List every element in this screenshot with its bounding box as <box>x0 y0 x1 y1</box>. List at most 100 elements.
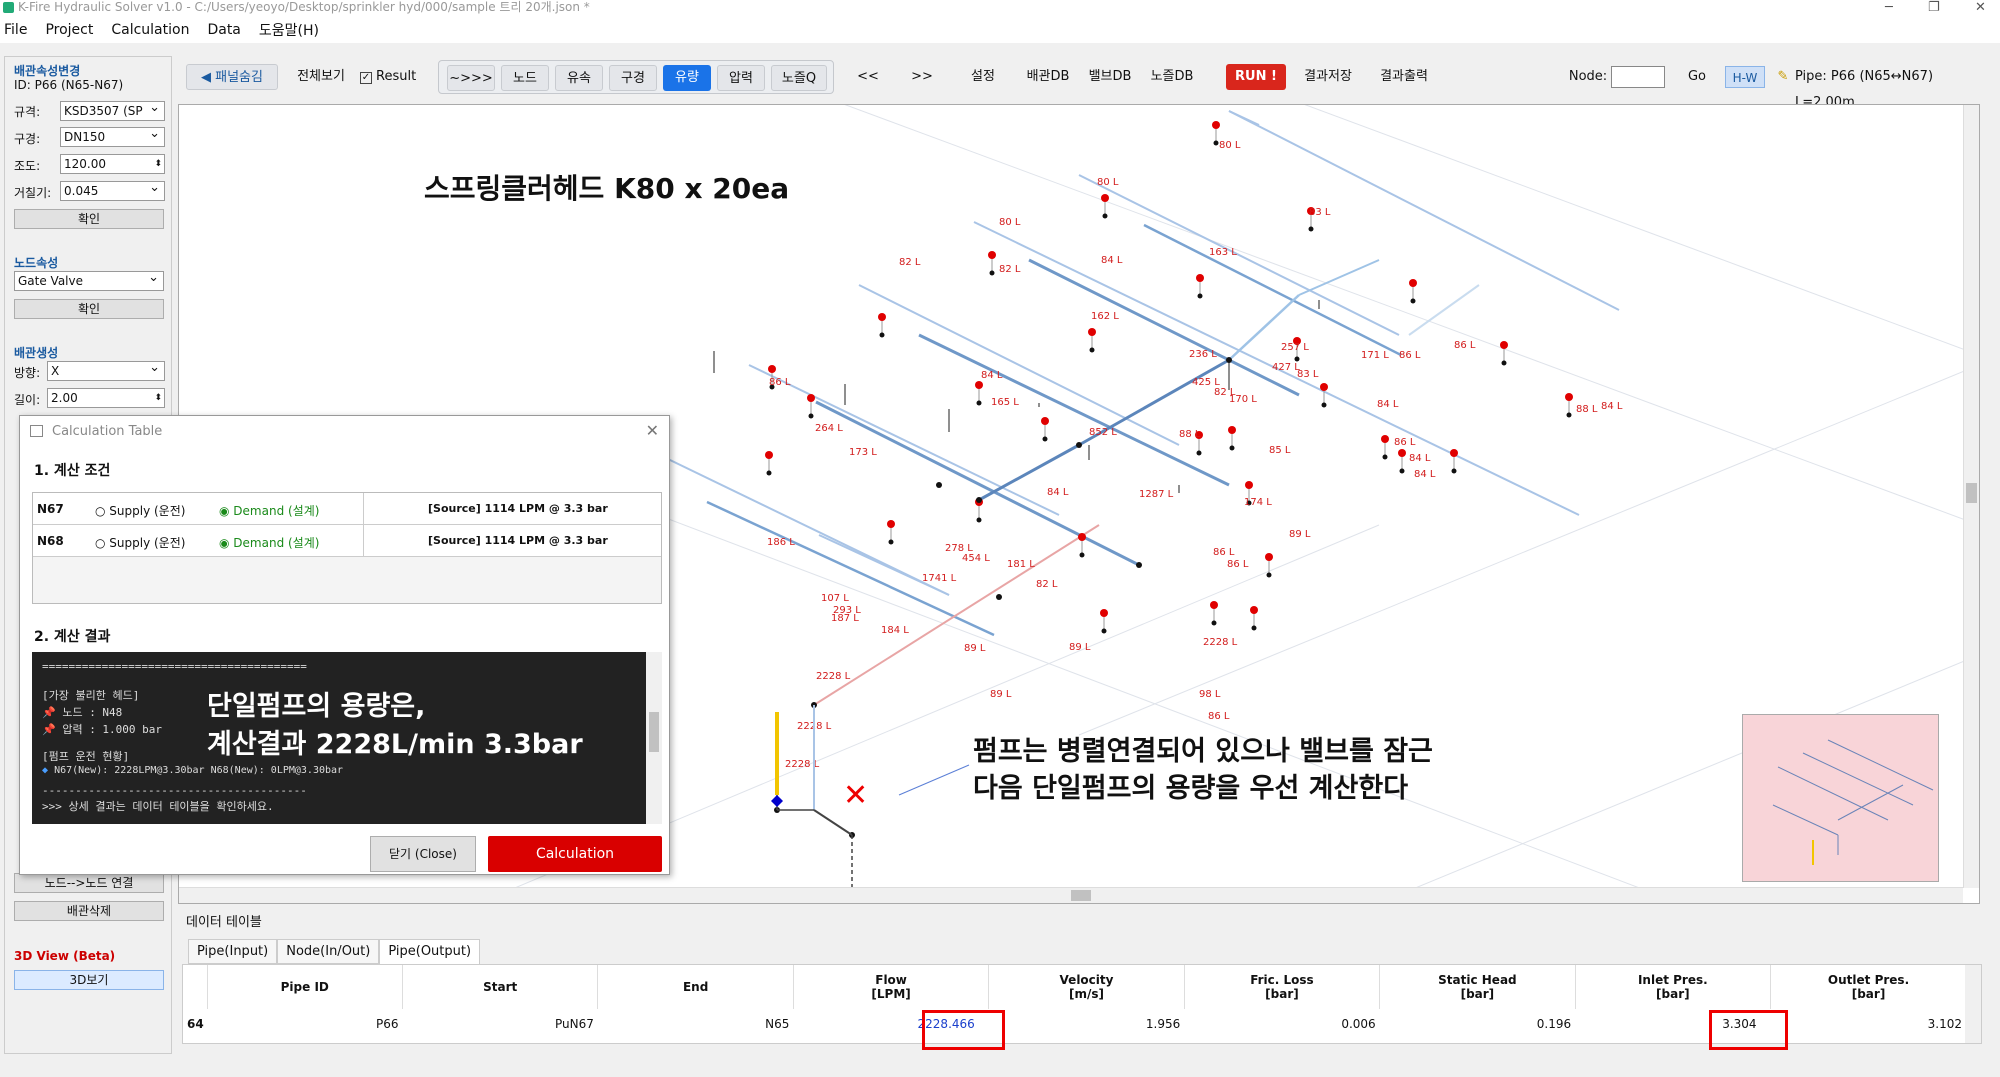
node-point[interactable] <box>1213 140 1219 146</box>
minimap[interactable] <box>1742 714 1939 882</box>
confirm-node-button[interactable]: 확인 <box>14 299 164 319</box>
console-scrollbar[interactable] <box>646 652 662 824</box>
sprinkler-head-icon[interactable] <box>887 520 895 528</box>
restore-icon[interactable]: ❐ <box>1928 0 1940 15</box>
prev-button[interactable]: << <box>850 64 886 90</box>
pipe-db-button[interactable]: 배관DB <box>1022 64 1074 90</box>
menu-file[interactable]: File <box>4 22 27 38</box>
node-point[interactable] <box>1410 298 1416 304</box>
node-point[interactable] <box>1251 625 1257 631</box>
node-point[interactable] <box>1102 213 1108 219</box>
sprinkler-head-icon[interactable] <box>1101 194 1109 202</box>
node-point[interactable] <box>976 497 982 503</box>
sprinkler-head-icon[interactable] <box>1196 274 1204 282</box>
node-point[interactable] <box>1566 412 1572 418</box>
tab-pipe-input[interactable]: Pipe(Input) <box>188 939 278 964</box>
vertical-scrollbar[interactable] <box>1963 105 1979 888</box>
node-point[interactable] <box>1211 620 1217 626</box>
pipe-segment[interactable] <box>918 333 1230 487</box>
node-point[interactable] <box>936 482 942 488</box>
demand-radio[interactable]: ◉ Demand (설계) <box>219 534 319 551</box>
tab-node-inout[interactable]: Node(In/Out) <box>277 939 380 964</box>
sprinkler-head-icon[interactable] <box>1381 435 1389 443</box>
pipe-segment[interactable] <box>1028 258 1300 397</box>
table-scrollbar[interactable] <box>1965 965 1981 1043</box>
pipe-segment[interactable] <box>858 284 1180 446</box>
nozzle-db-button[interactable]: 노즐DB <box>1146 64 1198 90</box>
node-point[interactable] <box>1076 442 1082 448</box>
minimize-icon[interactable]: ─ <box>1885 0 1893 15</box>
close-button[interactable]: 닫기 (Close) <box>370 836 476 872</box>
sprinkler-head-icon[interactable] <box>1450 449 1458 457</box>
node-search-input[interactable] <box>1611 66 1665 88</box>
vertical-scroll-thumb[interactable] <box>1966 483 1977 503</box>
sprinkler-head-icon[interactable] <box>1212 121 1220 129</box>
menu-calculation[interactable]: Calculation <box>111 22 189 38</box>
pipe-segment[interactable] <box>748 364 1060 516</box>
menu-project[interactable]: Project <box>45 22 93 38</box>
console-scroll-thumb[interactable] <box>649 712 659 752</box>
node-point[interactable] <box>1321 402 1327 408</box>
node-point[interactable] <box>989 270 995 276</box>
mode-flow-button[interactable]: 유량 <box>663 65 711 91</box>
sprinkler-head-icon[interactable] <box>765 451 773 459</box>
node-point[interactable] <box>1382 454 1388 460</box>
node-point[interactable] <box>1197 293 1203 299</box>
next-button[interactable]: >> <box>904 64 940 90</box>
node-point[interactable] <box>1266 572 1272 578</box>
sprinkler-head-icon[interactable] <box>1398 449 1406 457</box>
sprinkler-head-icon[interactable] <box>768 365 776 373</box>
node-point[interactable] <box>1308 226 1314 232</box>
demand-radio[interactable]: ◉ Demand (설계) <box>219 502 319 519</box>
mode-arrow-button[interactable]: ~>>> <box>447 65 495 91</box>
sprinkler-head-icon[interactable] <box>1228 426 1236 434</box>
roughness-select[interactable]: 0.045 <box>60 179 165 201</box>
node-point[interactable] <box>1501 360 1507 366</box>
confirm-pipe-button[interactable]: 확인 <box>14 209 164 229</box>
direction-select[interactable]: X <box>47 359 165 381</box>
mode-node-button[interactable]: 노드 <box>501 65 549 91</box>
settings-button[interactable]: 설정 <box>963 64 1003 90</box>
sprinkler-head-icon[interactable] <box>1320 383 1328 391</box>
supply-radio[interactable]: ○ Supply (운전) <box>95 534 185 551</box>
pipe-delete-button[interactable]: 배관삭제 <box>14 901 164 921</box>
save-result-button[interactable]: 결과저장 <box>1298 64 1358 90</box>
sprinkler-head-icon[interactable] <box>988 251 996 259</box>
valve-db-button[interactable]: 밸브DB <box>1084 64 1136 90</box>
calculation-button[interactable]: Calculation <box>488 836 662 872</box>
node-point[interactable] <box>1136 562 1142 568</box>
node-point[interactable] <box>888 539 894 545</box>
node-point[interactable] <box>808 413 814 419</box>
node-point[interactable] <box>1399 468 1405 474</box>
sprinkler-head-icon[interactable] <box>1100 609 1108 617</box>
mode-nozzleq-button[interactable]: 노즐Q <box>771 65 827 91</box>
pipe-segment[interactable] <box>1408 284 1480 336</box>
menu-help[interactable]: 도움말(H) <box>259 20 319 40</box>
size-select[interactable]: DN150 <box>60 125 165 147</box>
hide-panel-button[interactable]: ◀ 패널숨김 <box>186 64 278 90</box>
supply-radio[interactable]: ○ Supply (운전) <box>95 502 185 519</box>
node-type-select[interactable]: Gate Valve <box>14 269 164 291</box>
stepper-arrows-icon[interactable]: ⬍ <box>154 389 162 407</box>
sprinkler-head-icon[interactable] <box>1041 417 1049 425</box>
node-point[interactable] <box>879 332 885 338</box>
sprinkler-head-icon[interactable] <box>1250 606 1258 614</box>
stepper-arrows-icon[interactable]: ⬍ <box>154 155 162 173</box>
node-point[interactable] <box>1042 436 1048 442</box>
run-button[interactable]: RUN ! <box>1226 64 1286 90</box>
node-point[interactable] <box>1294 356 1300 362</box>
spec-select[interactable]: KSD3507 (SP <box>60 99 165 121</box>
sprinkler-head-icon[interactable] <box>1245 481 1253 489</box>
go-button[interactable]: Go <box>1682 64 1712 90</box>
mode-pressure-button[interactable]: 압력 <box>717 65 765 91</box>
sprinkler-head-icon[interactable] <box>878 313 886 321</box>
results-console[interactable]: ========================================… <box>32 652 662 824</box>
3d-view-button[interactable]: 3D보기 <box>14 970 164 990</box>
node-point[interactable] <box>976 400 982 406</box>
sprinkler-head-icon[interactable] <box>1088 328 1096 336</box>
full-view-button[interactable]: 전체보기 <box>293 64 349 90</box>
node-point[interactable] <box>976 517 982 523</box>
node-point[interactable] <box>1196 450 1202 456</box>
sprinkler-head-icon[interactable] <box>1409 279 1417 287</box>
mode-velocity-button[interactable]: 유속 <box>555 65 603 91</box>
